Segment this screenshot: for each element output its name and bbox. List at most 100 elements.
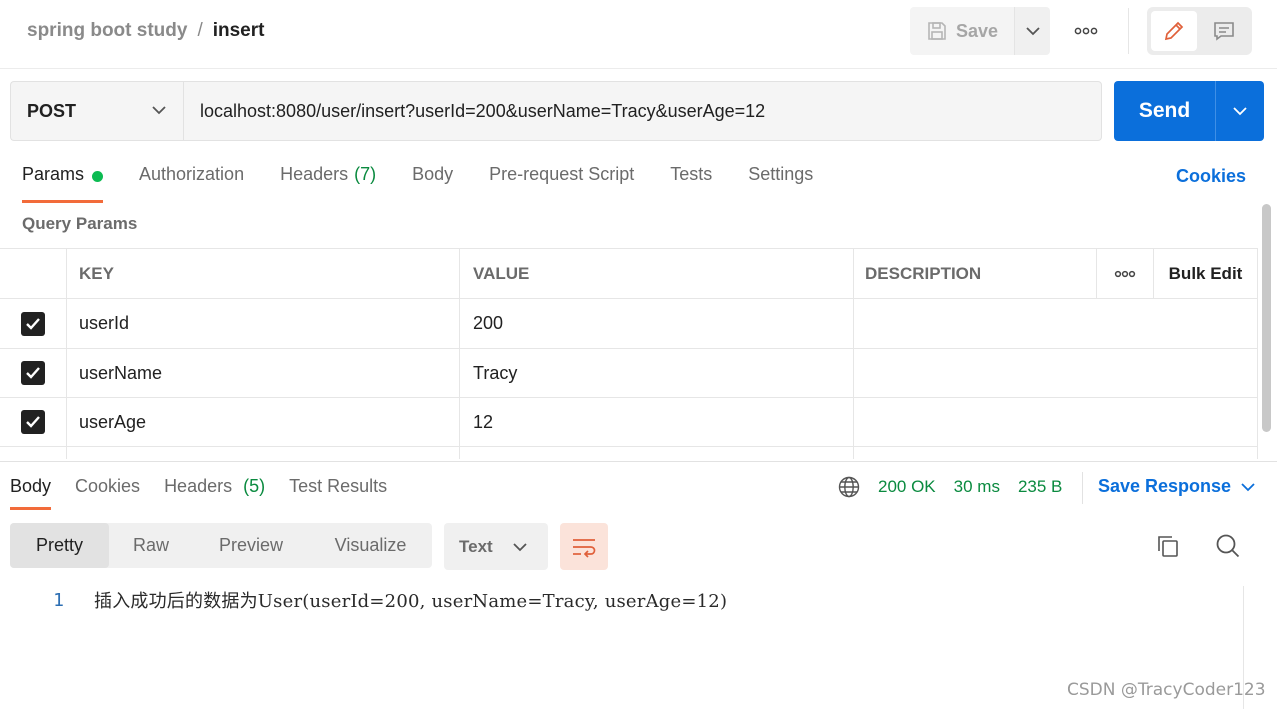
method-select[interactable]: POST xyxy=(10,81,184,141)
tab-label: Authorization xyxy=(139,164,245,184)
param-description[interactable] xyxy=(853,299,1258,348)
tab-body[interactable]: Body xyxy=(412,164,453,202)
save-options-button[interactable] xyxy=(1014,7,1050,55)
headers-count: (7) xyxy=(354,164,377,184)
response-headers-count: (5) xyxy=(243,476,266,496)
search-icon[interactable] xyxy=(1215,533,1241,559)
wrap-icon xyxy=(573,538,596,558)
url-input[interactable] xyxy=(183,81,1102,141)
breadcrumb: spring boot study / insert xyxy=(27,20,264,42)
copy-icon[interactable] xyxy=(1155,533,1181,559)
table-row: userName Tracy xyxy=(0,349,1258,398)
row-checkbox[interactable] xyxy=(21,361,45,385)
tab-label: Cookies xyxy=(75,476,141,496)
param-description-empty[interactable] xyxy=(853,447,1258,459)
status-code[interactable]: 200 OK xyxy=(878,477,936,497)
more-actions-button[interactable] xyxy=(1066,17,1106,45)
more-icon xyxy=(1074,27,1098,35)
request-tabs: Params Authorization Headers (7) Body Pr… xyxy=(22,164,849,204)
more-icon xyxy=(1114,270,1136,277)
cookies-link[interactable]: Cookies xyxy=(1176,166,1246,187)
comment-icon xyxy=(1214,22,1234,41)
param-key[interactable]: userName xyxy=(66,349,459,397)
response-tab-body[interactable]: Body xyxy=(10,476,52,510)
table-header-row: KEY VALUE DESCRIPTION Bulk Edit xyxy=(0,248,1258,299)
param-description[interactable] xyxy=(853,349,1258,397)
table-options-button[interactable] xyxy=(1096,249,1153,298)
method-label: POST xyxy=(27,100,77,121)
table-row: userAge 12 xyxy=(0,398,1258,447)
param-key[interactable]: userId xyxy=(66,299,459,348)
save-label: Save xyxy=(955,20,999,41)
tab-pre-request-script[interactable]: Pre-request Script xyxy=(489,164,634,202)
row-check-cell xyxy=(0,398,66,446)
response-tabs: Body Cookies Headers (5) Test Results xyxy=(10,476,411,510)
param-value[interactable]: 200 xyxy=(459,299,853,348)
view-mode-pretty[interactable]: Pretty xyxy=(10,523,109,568)
view-mode-preview[interactable]: Preview xyxy=(193,523,309,568)
format-select[interactable]: Text xyxy=(444,523,548,570)
view-mode-visualize[interactable]: Visualize xyxy=(309,523,432,568)
breadcrumb-collection[interactable]: spring boot study xyxy=(27,20,187,42)
params-scrollbar[interactable] xyxy=(1262,204,1271,432)
response-time[interactable]: 30 ms xyxy=(954,477,1000,497)
globe-icon[interactable] xyxy=(838,476,860,498)
comments-toggle-button[interactable] xyxy=(1201,11,1247,51)
param-key[interactable]: userAge xyxy=(66,398,459,446)
row-check-cell xyxy=(0,447,66,459)
save-icon xyxy=(928,22,946,40)
param-value-empty[interactable] xyxy=(459,447,853,459)
tab-label: Headers xyxy=(280,164,349,184)
response-size[interactable]: 235 B xyxy=(1018,477,1062,497)
view-mode-raw[interactable]: Raw xyxy=(109,523,193,568)
tab-tests[interactable]: Tests xyxy=(670,164,712,202)
tab-label: Test Results xyxy=(289,476,388,496)
chevron-down-icon xyxy=(152,106,166,115)
response-divider[interactable] xyxy=(0,461,1277,462)
response-tab-cookies[interactable]: Cookies xyxy=(75,476,140,510)
watermark: CSDN @TracyCoder123 xyxy=(1067,680,1266,700)
bulk-edit-button[interactable]: Bulk Edit xyxy=(1153,249,1258,298)
row-checkbox[interactable] xyxy=(21,311,45,336)
row-checkbox[interactable] xyxy=(21,410,45,434)
tab-label: Tests xyxy=(670,164,713,184)
param-description[interactable] xyxy=(853,398,1258,446)
response-body-text[interactable]: 插入成功后的数据为User(userId=200, userName=Tracy… xyxy=(94,587,727,613)
header-check-cell xyxy=(0,249,66,298)
response-tab-test-results[interactable]: Test Results xyxy=(289,476,387,510)
query-params-title: Query Params xyxy=(22,214,138,233)
row-check-cell xyxy=(0,299,66,348)
chevron-down-icon xyxy=(513,542,527,551)
send-button[interactable]: Send xyxy=(1114,81,1215,141)
tab-settings[interactable]: Settings xyxy=(748,164,813,202)
table-row-empty xyxy=(0,447,1258,459)
param-value[interactable]: 12 xyxy=(459,398,853,446)
breadcrumb-request-name[interactable]: insert xyxy=(213,20,265,42)
tab-authorization[interactable]: Authorization xyxy=(139,164,244,202)
view-toggle-group xyxy=(1147,7,1252,55)
save-group: Save xyxy=(910,7,1050,55)
chevron-down-icon xyxy=(1025,27,1040,36)
tab-params[interactable]: Params xyxy=(22,164,104,203)
column-header-value: VALUE xyxy=(459,249,853,298)
wrap-lines-button[interactable] xyxy=(560,523,608,570)
response-body-line: 1 插入成功后的数据为User(userId=200, userName=Tra… xyxy=(0,587,727,613)
table-row: userId 200 xyxy=(0,299,1258,349)
checkbox-icon xyxy=(26,416,40,428)
response-tab-headers[interactable]: Headers (5) xyxy=(164,476,265,510)
tab-label: Headers xyxy=(164,476,233,496)
tab-label: Pre-request Script xyxy=(489,164,635,184)
tab-headers[interactable]: Headers (7) xyxy=(280,164,376,202)
param-value[interactable]: Tracy xyxy=(459,349,853,397)
send-options-button[interactable] xyxy=(1215,81,1264,141)
request-header: spring boot study / insert Save xyxy=(0,0,1277,69)
save-response-button[interactable]: Save Response xyxy=(1098,476,1255,497)
checkbox-icon xyxy=(26,367,40,379)
row-check-cell xyxy=(0,349,66,397)
tab-label: Body xyxy=(10,476,52,496)
edit-toggle-button[interactable] xyxy=(1151,11,1197,51)
param-key-empty[interactable] xyxy=(66,447,459,459)
save-button[interactable]: Save xyxy=(910,7,1014,55)
edit-icon xyxy=(1164,21,1184,41)
checkbox-icon xyxy=(26,317,40,330)
